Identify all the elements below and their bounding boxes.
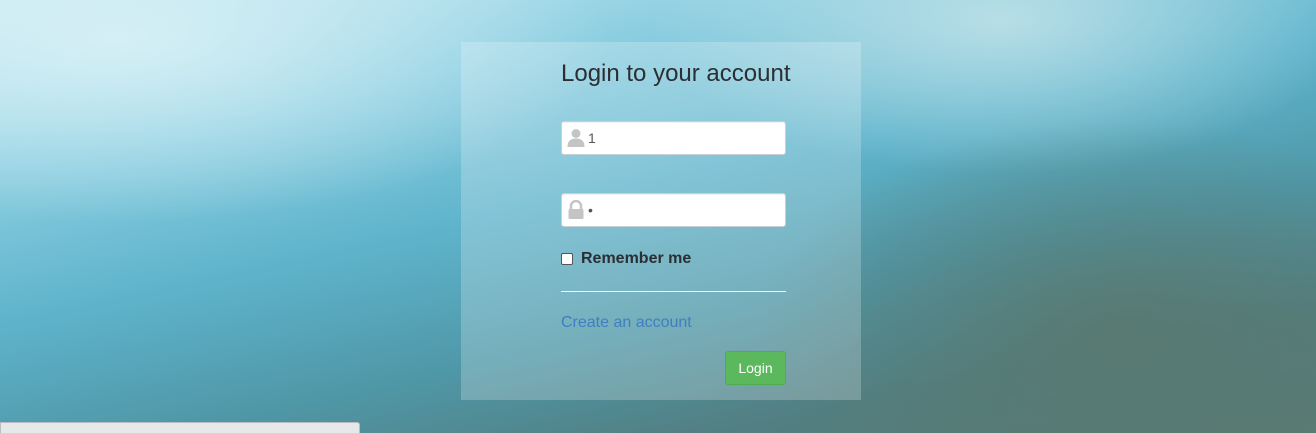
login-button[interactable]: Login (725, 351, 786, 385)
password-field[interactable] (561, 193, 786, 227)
page-title: Login to your account (561, 60, 791, 87)
remember-me-label: Remember me (581, 250, 692, 267)
divider (561, 291, 786, 292)
remember-me-checkbox[interactable] (561, 253, 573, 265)
lock-icon (567, 199, 585, 220)
remember-me[interactable]: Remember me (561, 250, 691, 268)
username-field[interactable] (561, 121, 786, 155)
username-input[interactable] (588, 122, 778, 154)
user-icon (567, 128, 585, 148)
login-panel: Login to your account Remember me Create… (461, 42, 861, 400)
password-input[interactable] (588, 194, 778, 226)
window-edge (0, 422, 360, 433)
create-account-link[interactable]: Create an account (561, 314, 692, 332)
